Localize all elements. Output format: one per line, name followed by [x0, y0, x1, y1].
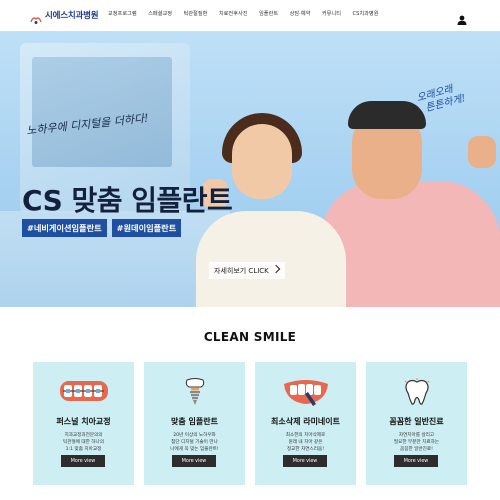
more-view-button[interactable]: More view: [283, 455, 327, 467]
tooth-icon: [402, 378, 432, 405]
hero-title: CS 맞춤 임플란트: [22, 184, 233, 217]
card-laminate: 최소삭제 라미네이트 최소한의 치아삭제로 원래 내 치아 같은 정교한 자연스러움…: [255, 362, 356, 485]
nav-item-special-ortho[interactable]: 스페셜교정: [148, 10, 172, 17]
card-general-care: 꼼꼼한 일반진료 자연치아를 살리고 필요한 부분만 치료하는 꼼꼼한 일반진료! …: [366, 362, 467, 485]
tag-navigation-implant[interactable]: #네비게이션임플란트: [22, 219, 107, 237]
hero-tags: #네비게이션임플란트 #원데이임플란트: [22, 219, 186, 237]
logo-mark-icon: [30, 10, 42, 24]
card-description: 자연치아를 살리고 필요한 부분만 치료하는 꼼꼼한 일반진료!: [393, 433, 440, 452]
logo[interactable]: 시에스치과병원: [30, 9, 99, 24]
hero-cta-button[interactable]: 자세히보기 CLICK: [209, 262, 285, 279]
card-personal-ortho: 퍼스널 치아교정 치과교정과전문의의 턱관절에 대한 하나의 1:1 맞춤 치아교정…: [33, 362, 134, 485]
braces-icon: [58, 378, 110, 404]
card-description: 20년 이상의 노하우와 첨단 디지털 기술이 만나 나에게 꼭 맞는 임플란트!: [170, 433, 219, 452]
site-header: 시에스치과병원 교정프로그램 스페셜교정 턱관절질환 치료전후사진 임플란트 상…: [0, 0, 500, 31]
hero-script-right: 오래오래 튼튼하게!: [415, 83, 467, 115]
more-view-button[interactable]: More view: [172, 455, 216, 467]
implant-icon: [182, 378, 208, 405]
card-title: 퍼스널 치아교정: [56, 417, 111, 426]
card-title: 맞춤 임플란트: [171, 417, 218, 426]
laminate-icon: [282, 378, 330, 406]
card-title: 최소삭제 라미네이트: [270, 417, 341, 426]
more-view-button[interactable]: More view: [394, 455, 438, 467]
nav-item-implant[interactable]: 임플란트: [259, 10, 278, 17]
more-view-button[interactable]: More view: [61, 455, 105, 467]
nav-item-tmj[interactable]: 턱관절질환: [184, 10, 208, 17]
user-icon[interactable]: [457, 10, 467, 25]
card-title: 꼼꼼한 일반진료: [389, 417, 444, 426]
section-title: CLEAN SMILE: [203, 330, 297, 344]
card-custom-implant: 맞춤 임플란트 20년 이상의 노하우와 첨단 디지털 기술이 만나 나에게 꼭 맞…: [144, 362, 245, 485]
nav-item-before-after[interactable]: 치료전후사진: [219, 10, 248, 17]
chevron-right-icon: [271, 264, 281, 274]
logo-text: 시에스치과병원: [45, 11, 99, 21]
nav-item-cs-hospital[interactable]: CS치과병원: [352, 10, 378, 17]
service-cards: 퍼스널 치아교정 치과교정과전문의의 턱관절에 대한 하나의 1:1 맞춤 치아교정…: [33, 362, 467, 485]
card-description: 최소한의 치아삭제로 원래 내 치아 같은 정교한 자연스러움!: [285, 433, 326, 452]
nav-item-reservation[interactable]: 상담·예약: [290, 10, 311, 17]
nav-item-ortho-program[interactable]: 교정프로그램: [108, 10, 137, 17]
main-nav: 교정프로그램 스페셜교정 턱관절질환 치료전후사진 임플란트 상담·예약 커뮤니…: [108, 10, 390, 17]
nav-item-community[interactable]: 커뮤니티: [322, 10, 341, 17]
card-description: 치과교정과전문의의 턱관절에 대한 하나의 1:1 맞춤 치아교정: [63, 433, 104, 452]
tag-oneday-implant[interactable]: #원데이임플란트: [111, 219, 182, 237]
